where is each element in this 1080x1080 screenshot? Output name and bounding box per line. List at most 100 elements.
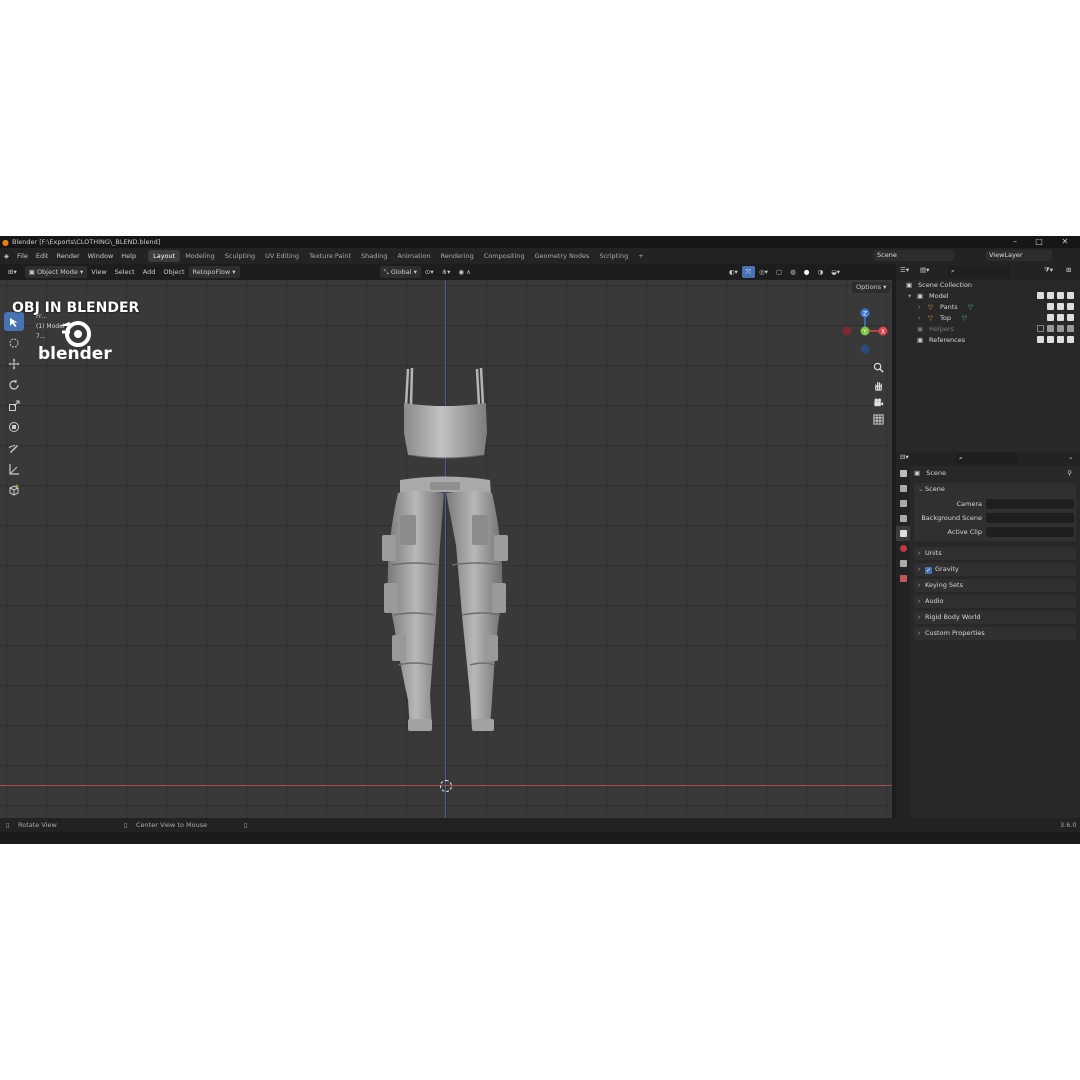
outliner-editor-icon[interactable]: ☰▾: [900, 266, 909, 274]
collection-tab[interactable]: [896, 556, 910, 571]
minimize-button[interactable]: –: [1004, 236, 1026, 248]
properties-editor-icon[interactable]: ⊟▾: [900, 453, 909, 461]
ortho-grid-icon[interactable]: [870, 411, 886, 427]
menu-edit[interactable]: Edit: [32, 252, 53, 260]
outliner-item-references[interactable]: ▣ References: [896, 335, 1080, 346]
shading-solid-icon[interactable]: ●: [800, 266, 814, 278]
panel-audio[interactable]: › Audio: [914, 595, 1076, 608]
menu-render[interactable]: Render: [52, 252, 83, 260]
tab-layout[interactable]: Layout: [148, 250, 181, 262]
snap-icon[interactable]: ⋔▾: [438, 266, 455, 278]
add-workspace-button[interactable]: +: [633, 250, 648, 262]
visibility-toggles[interactable]: [1047, 303, 1074, 310]
tab-sculpting[interactable]: Sculpting: [220, 250, 260, 262]
maximize-button[interactable]: □: [1028, 236, 1050, 248]
tool-tab[interactable]: [896, 466, 910, 481]
gizmo-toggle-icon[interactable]: ⤧: [741, 266, 755, 278]
pan-hand-icon[interactable]: [870, 377, 886, 393]
xray-icon[interactable]: ▢: [772, 266, 786, 278]
gravity-checkbox[interactable]: ✓: [925, 567, 932, 574]
mesh-data-icon[interactable]: ▽: [968, 302, 973, 313]
world-tab[interactable]: [896, 541, 910, 556]
menu-retopoflow[interactable]: RetopoFlow ▾: [188, 266, 240, 278]
tab-modeling[interactable]: Modeling: [180, 250, 220, 262]
tab-rendering[interactable]: Rendering: [436, 250, 479, 262]
visibility-toggles[interactable]: [1047, 314, 1074, 321]
tab-geometry-nodes[interactable]: Geometry Nodes: [530, 250, 595, 262]
collapse-chevron-icon[interactable]: ▾: [908, 291, 911, 302]
tab-texture-paint[interactable]: Texture Paint: [304, 250, 356, 262]
mesh-data-icon[interactable]: ▽: [962, 313, 967, 324]
new-collection-icon[interactable]: ⊞: [1066, 266, 1071, 274]
outliner-search-input[interactable]: ⌕: [948, 266, 1010, 277]
3d-cursor[interactable]: [440, 780, 452, 792]
render-tab[interactable]: [896, 481, 910, 496]
measure-tool[interactable]: [4, 459, 24, 478]
outliner-scene-collection[interactable]: ▣ Scene Collection: [896, 280, 1080, 291]
editor-type-icon[interactable]: ⊞▾: [4, 266, 21, 278]
output-tab[interactable]: [896, 496, 910, 511]
panel-keying-sets[interactable]: › Keying Sets: [914, 579, 1076, 592]
close-button[interactable]: ✕: [1054, 236, 1076, 248]
tab-scripting[interactable]: Scripting: [594, 250, 633, 262]
camera-field[interactable]: [986, 499, 1074, 509]
properties-search-input[interactable]: ⌕: [956, 453, 1018, 464]
navigation-gizmo[interactable]: Z X Y: [838, 304, 892, 358]
mode-selector[interactable]: ▣ Object Mode ▾: [24, 266, 88, 278]
proportional-edit-icon[interactable]: ◉ ∧: [454, 266, 475, 278]
tab-shading[interactable]: Shading: [356, 250, 392, 262]
transform-orientation[interactable]: ⤡ Global ▾: [379, 266, 421, 278]
chevron-down-icon[interactable]: ⌄: [1068, 453, 1073, 461]
shading-rendered-icon[interactable]: ◒▾: [827, 266, 844, 278]
active-clip-field[interactable]: [986, 527, 1074, 537]
menu-select[interactable]: Select: [111, 266, 139, 278]
blender-menu-icon[interactable]: ◈: [0, 252, 13, 260]
tab-compositing[interactable]: Compositing: [479, 250, 530, 262]
expand-chevron-icon[interactable]: ›: [918, 302, 921, 313]
zoom-icon[interactable]: [870, 359, 886, 375]
options-dropdown[interactable]: Options ▾: [852, 282, 891, 293]
outliner-item-top[interactable]: › ▽ Top ▽: [896, 313, 1080, 324]
shading-material-icon[interactable]: ◑: [813, 266, 827, 278]
clothing-model[interactable]: [370, 365, 520, 750]
camera-view-icon[interactable]: [870, 394, 886, 410]
visibility-toggles[interactable]: [1037, 325, 1074, 332]
scale-tool[interactable]: [4, 396, 24, 415]
background-scene-field[interactable]: [986, 513, 1074, 523]
expand-chevron-icon[interactable]: ›: [918, 313, 921, 324]
panel-rigid-body-world[interactable]: › Rigid Body World: [914, 611, 1076, 624]
menu-window[interactable]: Window: [84, 252, 118, 260]
visibility-toggles[interactable]: [1037, 336, 1074, 343]
overlay-toggle-icon[interactable]: ◎▾: [755, 266, 772, 278]
pivot-icon[interactable]: ⊙▾: [421, 266, 438, 278]
outliner-item-pants[interactable]: › ▽ Pants ▽: [896, 302, 1080, 313]
panel-scene[interactable]: ⌄ Scene: [914, 483, 1076, 496]
menu-file[interactable]: File: [13, 252, 32, 260]
3d-viewport[interactable]: Fr… (1) Model 7… Options ▾ Z X Y OBJ IN …: [0, 280, 892, 818]
panel-gravity[interactable]: › ✓ Gravity: [914, 563, 1076, 576]
panel-units[interactable]: › Units: [914, 547, 1076, 560]
filter-icon[interactable]: ⧩▾: [1044, 266, 1053, 275]
texture-tab[interactable]: [896, 571, 910, 586]
visibility-icon[interactable]: ◐▾: [725, 266, 742, 278]
scene-selector[interactable]: Scene: [874, 250, 954, 261]
view-layer-tab[interactable]: [896, 511, 910, 526]
visibility-toggles[interactable]: [1037, 292, 1074, 299]
menu-add[interactable]: Add: [139, 266, 160, 278]
menu-view[interactable]: View: [87, 266, 110, 278]
panel-custom-properties[interactable]: › Custom Properties: [914, 627, 1076, 640]
outliner-item-helpers[interactable]: ▣ Helpers: [896, 324, 1080, 335]
tab-animation[interactable]: Animation: [392, 250, 435, 262]
pin-icon[interactable]: ⚲: [1067, 466, 1072, 480]
shading-wireframe-icon[interactable]: ◍: [786, 266, 800, 278]
menu-object[interactable]: Object: [159, 266, 188, 278]
tab-uv-editing[interactable]: UV Editing: [260, 250, 304, 262]
viewlayer-selector[interactable]: ViewLayer: [986, 250, 1052, 261]
display-mode-icon[interactable]: ▤▾: [920, 266, 929, 274]
outliner-item-model[interactable]: ▾ ▣ Model: [896, 291, 1080, 302]
annotate-tool[interactable]: [4, 438, 24, 457]
scene-tab[interactable]: [896, 526, 910, 541]
transform-tool[interactable]: [4, 417, 24, 436]
menu-help[interactable]: Help: [117, 252, 140, 260]
add-cube-tool[interactable]: [4, 480, 24, 499]
